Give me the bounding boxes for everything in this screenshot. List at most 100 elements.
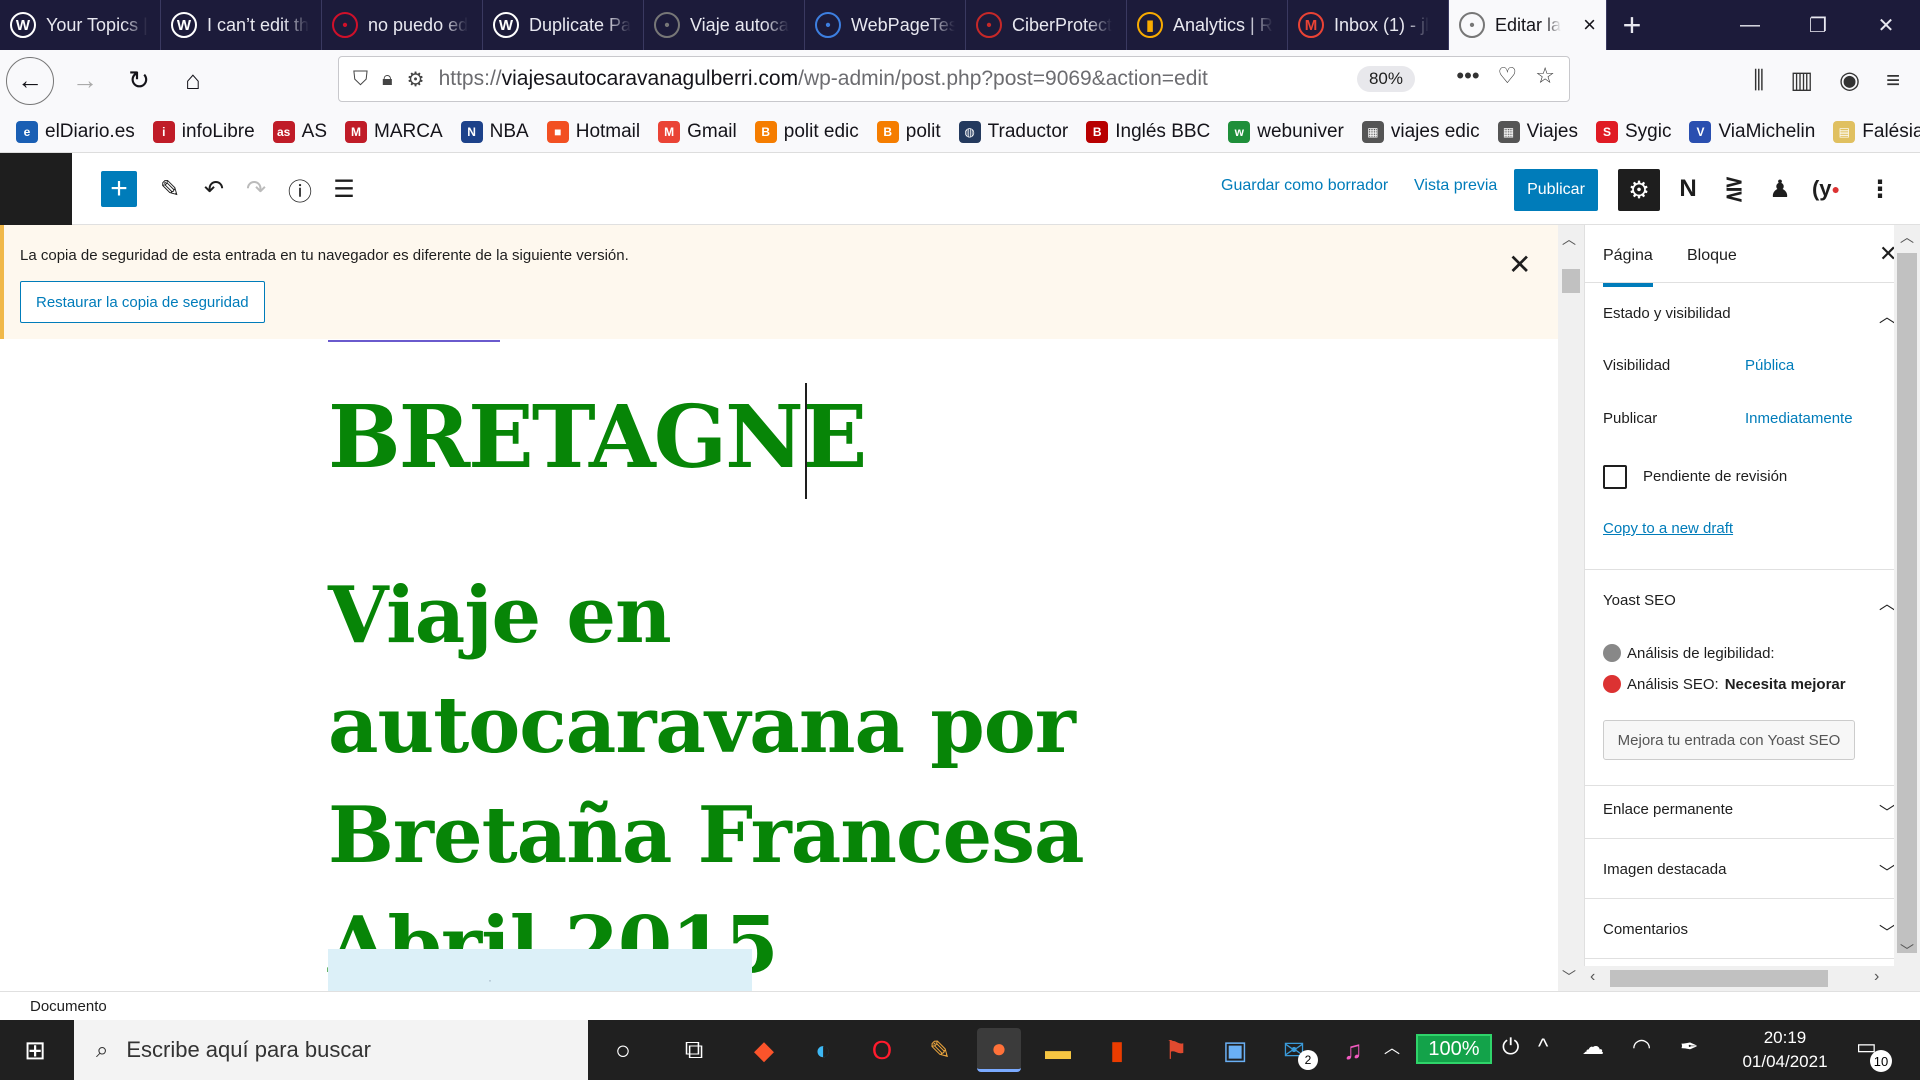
opera-browser-icon[interactable]: O: [860, 1028, 904, 1072]
browser-tab[interactable]: W Duplicate Pa: [483, 0, 644, 50]
bookmark-item[interactable]: ◍ Traductor: [958, 120, 1068, 143]
bookmark-star-icon[interactable]: ☆: [1535, 63, 1555, 89]
bookmark-item[interactable]: i infoLibre: [152, 120, 255, 143]
tab-page[interactable]: Página: [1603, 247, 1653, 287]
forward-button[interactable]: →: [62, 58, 108, 104]
bookmark-item[interactable]: as AS: [272, 120, 327, 143]
account-icon[interactable]: ◉: [1839, 66, 1860, 95]
bookmark-item[interactable]: w webuniver: [1228, 120, 1344, 143]
scrollbar-thumb[interactable]: [1897, 253, 1917, 953]
tools-button[interactable]: ✎: [152, 171, 188, 207]
browser-tab[interactable]: W I can’t edit th: [161, 0, 322, 50]
wordpress-home-button[interactable]: [0, 153, 72, 225]
dismiss-notice-button[interactable]: ✕: [1508, 248, 1531, 281]
close-window-button[interactable]: ✕: [1852, 0, 1920, 50]
copy-to-draft-link[interactable]: Copy to a new draft: [1603, 520, 1733, 537]
brave-browser-icon[interactable]: ◆: [742, 1028, 786, 1072]
bookmark-item[interactable]: ■ Hotmail: [546, 120, 640, 143]
edge-browser-icon[interactable]: ◐: [801, 1028, 845, 1072]
settings-button[interactable]: ⚙: [1618, 169, 1660, 211]
chevron-up-icon[interactable]: ︿: [1879, 590, 1895, 614]
scrollbar-thumb[interactable]: [1610, 970, 1828, 987]
bookmark-item[interactable]: V ViaMichelin: [1689, 120, 1815, 143]
publish-button[interactable]: Publicar: [1514, 169, 1598, 211]
pending-review-label[interactable]: Pendiente de revisión: [1643, 468, 1787, 485]
sidebar-toggle-icon[interactable]: ▥: [1790, 66, 1813, 95]
bookmark-item[interactable]: ▦ viajes edic: [1361, 120, 1480, 143]
bookmark-item[interactable]: e elDiario.es: [16, 120, 135, 143]
preview-button[interactable]: Vista previa: [1414, 177, 1497, 195]
editor-scrollbar[interactable]: ︿ ﹀: [1558, 225, 1584, 991]
restore-button[interactable]: ❐: [1784, 0, 1852, 50]
zoom-level[interactable]: 80%: [1356, 66, 1415, 92]
scroll-left-icon[interactable]: ‹: [1590, 968, 1595, 986]
chevron-down-icon[interactable]: ﹀: [1879, 859, 1895, 883]
improve-yoast-button[interactable]: Mejora tu entrada con Yoast SEO: [1603, 720, 1855, 760]
scrollbar-thumb[interactable]: [1562, 269, 1580, 293]
chevron-up-icon[interactable]: ︿: [1879, 303, 1895, 327]
list-view-button[interactable]: ☰: [326, 171, 362, 207]
browser-tab[interactable]: • no puedo ed: [322, 0, 483, 50]
office-icon[interactable]: ▮: [1095, 1028, 1139, 1072]
image-block[interactable]: ·: [328, 949, 752, 991]
browser-tab[interactable]: • WebPageTes: [805, 0, 966, 50]
permalink-panel-title[interactable]: Enlace permanente: [1603, 801, 1733, 818]
redo-button[interactable]: ↷: [238, 171, 274, 207]
tab-block[interactable]: Bloque: [1687, 247, 1737, 265]
new-tab-button[interactable]: +: [1607, 0, 1657, 50]
more-actions-icon[interactable]: •••: [1456, 63, 1479, 89]
sidebar-scrollbar[interactable]: ︿ ﹀: [1894, 225, 1920, 991]
comments-panel-title[interactable]: Comentarios: [1603, 921, 1688, 938]
paint-icon[interactable]: ✎: [918, 1028, 962, 1072]
scroll-up-icon[interactable]: ︿: [1900, 227, 1914, 247]
pen-icon[interactable]: ✒: [1680, 1034, 1698, 1060]
pending-review-checkbox[interactable]: [1603, 465, 1627, 489]
chevron-down-icon[interactable]: ﹀: [1879, 919, 1895, 943]
bookmark-item[interactable]: Bpolit: [876, 120, 941, 143]
chevron-down-icon[interactable]: ﹀: [1879, 799, 1895, 823]
browser-tab[interactable]: M Inbox (1) - jl: [1288, 0, 1449, 50]
plugin-person-button[interactable]: ♟: [1762, 171, 1798, 207]
yoast-button[interactable]: (y ●: [1808, 171, 1844, 207]
taskbar-search[interactable]: ⌕ Escribe aquí para buscar: [74, 1020, 588, 1080]
cloud-icon[interactable]: ☁: [1582, 1034, 1604, 1060]
home-button[interactable]: ⌂: [170, 58, 216, 104]
cortana-icon[interactable]: ○: [601, 1028, 645, 1072]
bookmark-item[interactable]: S Sygic: [1596, 120, 1671, 143]
scroll-right-icon[interactable]: ›: [1874, 968, 1879, 986]
yoast-panel-title[interactable]: Yoast SEO: [1603, 592, 1676, 609]
status-visibility-panel-title[interactable]: Estado y visibilidad: [1603, 305, 1731, 322]
sidebar-horizontal-scrollbar[interactable]: ‹ ›: [1584, 966, 1894, 991]
editor-canvas[interactable]: BRETAGNE Viaje en autocaravana por Breta…: [0, 339, 1558, 991]
browser-tab[interactable]: • Editar la ×: [1449, 0, 1607, 50]
plugin-n-button[interactable]: N: [1670, 171, 1706, 207]
publish-date-toggle[interactable]: Inmediatamente: [1745, 410, 1853, 427]
reload-button[interactable]: ↻: [116, 58, 162, 104]
lock-icon[interactable]: 🔒︎: [382, 68, 393, 91]
task-view-icon[interactable]: ⧉: [672, 1028, 716, 1072]
more-options-button[interactable]: ⋮: [1862, 171, 1898, 207]
bookmark-item[interactable]: M Gmail: [658, 120, 737, 143]
heading-block[interactable]: BRETAGNE: [328, 387, 867, 488]
clock[interactable]: 20:19 01/04/2021: [1730, 1026, 1840, 1074]
visibility-toggle[interactable]: Pública: [1745, 357, 1794, 374]
bookmark-item[interactable]: ▤ Falésia: [1833, 120, 1920, 143]
bookmark-item[interactable]: Bpolit edic: [754, 120, 859, 143]
itunes-icon[interactable]: ♫: [1331, 1028, 1375, 1072]
firefox-icon[interactable]: ●: [977, 1028, 1021, 1072]
menu-icon[interactable]: ≡: [1886, 67, 1900, 95]
minimize-button[interactable]: —: [1716, 0, 1784, 50]
bookmark-item[interactable]: N NBA: [460, 120, 529, 143]
details-button[interactable]: ⓘ: [282, 171, 318, 207]
library-icon[interactable]: ⫼: [1753, 67, 1764, 95]
restore-backup-button[interactable]: Restaurar la copia de seguridad: [20, 281, 265, 323]
breadcrumb-document[interactable]: Documento: [30, 998, 107, 1015]
browser-tab[interactable]: W Your Topics |: [0, 0, 161, 50]
browser-tab[interactable]: • Viaje autoca: [644, 0, 805, 50]
start-button[interactable]: ⊞: [0, 1020, 70, 1080]
battery-indicator[interactable]: 100%: [1416, 1034, 1492, 1064]
scroll-up-icon[interactable]: ︿: [1562, 229, 1576, 249]
title-heading-block[interactable]: Viaje en autocaravana por Bretaña France…: [328, 561, 1268, 991]
bookmark-item[interactable]: B Inglés BBC: [1086, 120, 1210, 143]
plugin-translate-button[interactable]: ⋛: [1716, 171, 1752, 207]
